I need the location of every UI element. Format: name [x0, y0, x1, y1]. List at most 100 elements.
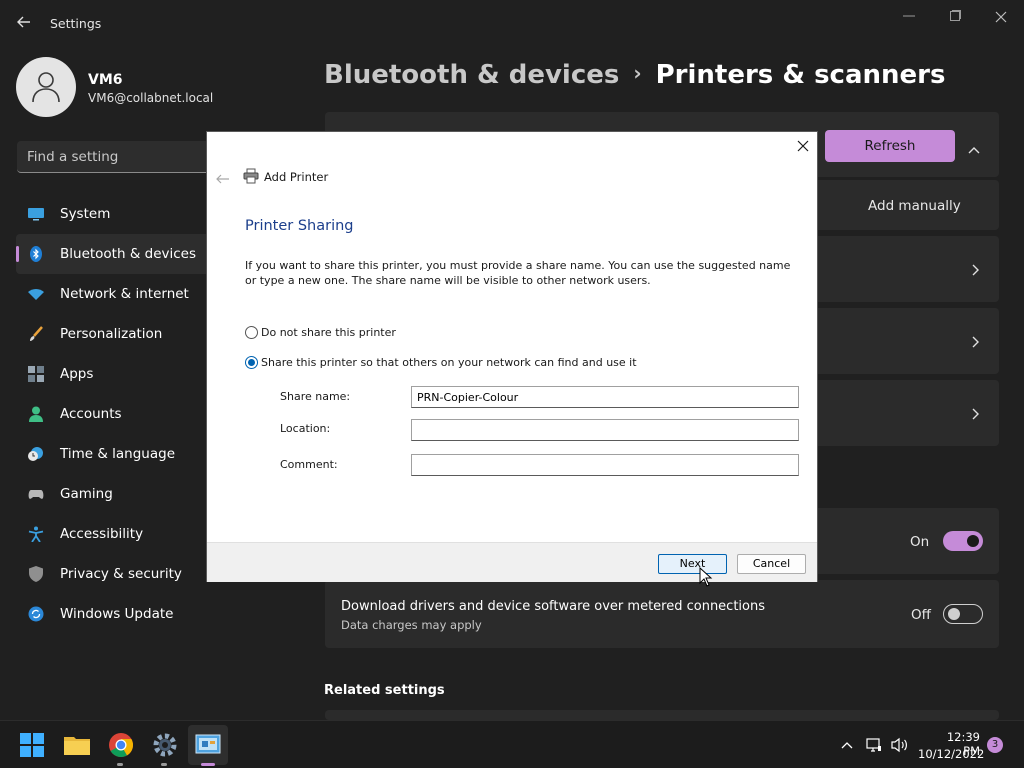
share-label[interactable]: Share this printer so that others on you… — [261, 356, 637, 369]
dialog-description: If you want to share this printer, you m… — [245, 259, 791, 287]
sidebar-item-label: Windows Update — [60, 606, 174, 622]
minimize-button[interactable] — [894, 6, 924, 26]
back-arrow-icon[interactable] — [14, 12, 34, 32]
sidebar-item-label: Privacy & security — [60, 566, 182, 582]
dialog-footer: Next Cancel — [207, 542, 817, 582]
restore-icon — [950, 10, 961, 21]
active-indicator — [201, 763, 215, 766]
toggle-knob — [948, 608, 960, 620]
shield-icon — [28, 566, 44, 582]
network-icon[interactable] — [866, 737, 882, 757]
accessibility-icon — [28, 526, 44, 543]
sidebar-item-network[interactable]: Network & internet — [16, 274, 216, 314]
sidebar-item-label: Apps — [60, 366, 94, 382]
person-icon — [28, 406, 44, 422]
wifi-icon — [28, 286, 44, 302]
avatar[interactable] — [16, 57, 76, 117]
dialog-title: Add Printer — [264, 170, 329, 184]
metered-subtitle: Data charges may apply — [341, 618, 482, 632]
breadcrumb: Bluetooth & devices › Printers & scanners — [324, 60, 945, 90]
toggle-knob — [967, 535, 979, 547]
user-name: VM6 — [88, 72, 123, 88]
update-icon — [28, 606, 44, 622]
page-title: Printers & scanners — [655, 60, 946, 90]
apps-icon — [28, 366, 44, 382]
chevron-right-icon — [970, 334, 980, 353]
brush-icon — [28, 326, 44, 342]
title-bar: Settings — [0, 0, 1024, 48]
clock-globe-icon — [28, 446, 44, 462]
share-name-label: Share name: — [280, 390, 351, 403]
comment-field[interactable] — [411, 454, 799, 476]
preference-toggle[interactable] — [943, 531, 983, 551]
app-title: Settings — [50, 16, 102, 31]
controller-icon — [28, 486, 44, 502]
metered-title: Download drivers and device software ove… — [341, 599, 766, 614]
sidebar-item-accessibility[interactable]: Accessibility — [16, 514, 216, 554]
chevron-right-icon — [970, 406, 980, 425]
mouse-pointer-icon — [699, 566, 713, 591]
location-field[interactable] — [411, 419, 799, 441]
comment-label: Comment: — [280, 458, 338, 471]
close-window-button[interactable] — [986, 6, 1016, 26]
metered-toggle[interactable] — [943, 604, 983, 624]
add-manually-button[interactable]: Add manually — [868, 198, 961, 214]
sidebar-item-time-language[interactable]: Time & language — [16, 434, 216, 474]
chrome-icon[interactable] — [105, 729, 137, 761]
sidebar-item-apps[interactable]: Apps — [16, 354, 216, 394]
toggle-state-label: On — [910, 534, 930, 550]
related-settings-heading: Related settings — [324, 683, 445, 698]
control-panel-icon[interactable] — [192, 729, 224, 761]
refresh-button[interactable]: Refresh — [825, 130, 955, 162]
sidebar-item-personalization[interactable]: Personalization — [16, 314, 216, 354]
sidebar-item-windows-update[interactable]: Windows Update — [16, 594, 216, 634]
sidebar-item-label: Gaming — [60, 486, 113, 502]
breadcrumb-parent[interactable]: Bluetooth & devices — [324, 60, 619, 90]
sidebar-item-system[interactable]: System — [16, 194, 216, 234]
sidebar-item-bluetooth[interactable]: Bluetooth & devices — [16, 234, 216, 274]
printer-icon — [243, 168, 259, 188]
back-arrow-icon[interactable] — [215, 170, 231, 189]
share-radio[interactable] — [245, 356, 258, 369]
toggle-state-label: Off — [911, 607, 931, 623]
search-input[interactable]: Find a setting — [17, 141, 217, 173]
sidebar-item-label: Accounts — [60, 406, 122, 422]
location-label: Location: — [280, 422, 331, 435]
sidebar-item-gaming[interactable]: Gaming — [16, 474, 216, 514]
file-explorer-icon[interactable] — [61, 729, 93, 761]
sidebar-item-label: System — [60, 206, 111, 222]
sidebar-item-label: Accessibility — [60, 526, 144, 542]
running-indicator — [161, 763, 167, 766]
sidebar-item-label: Time & language — [60, 446, 176, 462]
volume-icon[interactable] — [891, 737, 909, 757]
chevron-right-icon — [970, 262, 980, 281]
notification-badge[interactable]: 3 — [987, 737, 1003, 753]
maximize-button[interactable] — [940, 6, 970, 26]
sidebar-item-label: Personalization — [60, 326, 163, 342]
minimize-icon — [903, 15, 915, 17]
bluetooth-icon — [28, 246, 44, 262]
cancel-button[interactable]: Cancel — [737, 554, 806, 574]
windows-start-icon[interactable] — [16, 729, 48, 761]
no-share-label[interactable]: Do not share this printer — [261, 326, 396, 339]
close-icon — [995, 11, 1007, 23]
related-settings-card — [325, 710, 999, 720]
monitor-icon — [28, 206, 44, 222]
no-share-radio[interactable] — [245, 326, 258, 339]
dialog-close-button[interactable] — [795, 138, 811, 154]
chevron-up-icon[interactable] — [840, 737, 854, 756]
settings-gear-icon[interactable] — [149, 729, 181, 761]
sidebar-item-privacy[interactable]: Privacy & security — [16, 554, 216, 594]
active-indicator — [16, 246, 19, 262]
clock-date[interactable]: 10/12/2022 — [918, 747, 984, 761]
chevron-up-icon[interactable] — [966, 140, 982, 159]
share-name-field[interactable] — [411, 386, 799, 408]
sidebar-item-label: Network & internet — [60, 286, 189, 302]
dialog-heading: Printer Sharing — [245, 218, 354, 234]
sidebar-nav: System Bluetooth & devices Network & int… — [16, 194, 216, 634]
breadcrumb-separator: › — [633, 61, 642, 85]
close-icon — [797, 140, 809, 152]
sidebar-item-accounts[interactable]: Accounts — [16, 394, 216, 434]
running-indicator — [117, 763, 123, 766]
next-button[interactable]: Next — [658, 554, 727, 574]
